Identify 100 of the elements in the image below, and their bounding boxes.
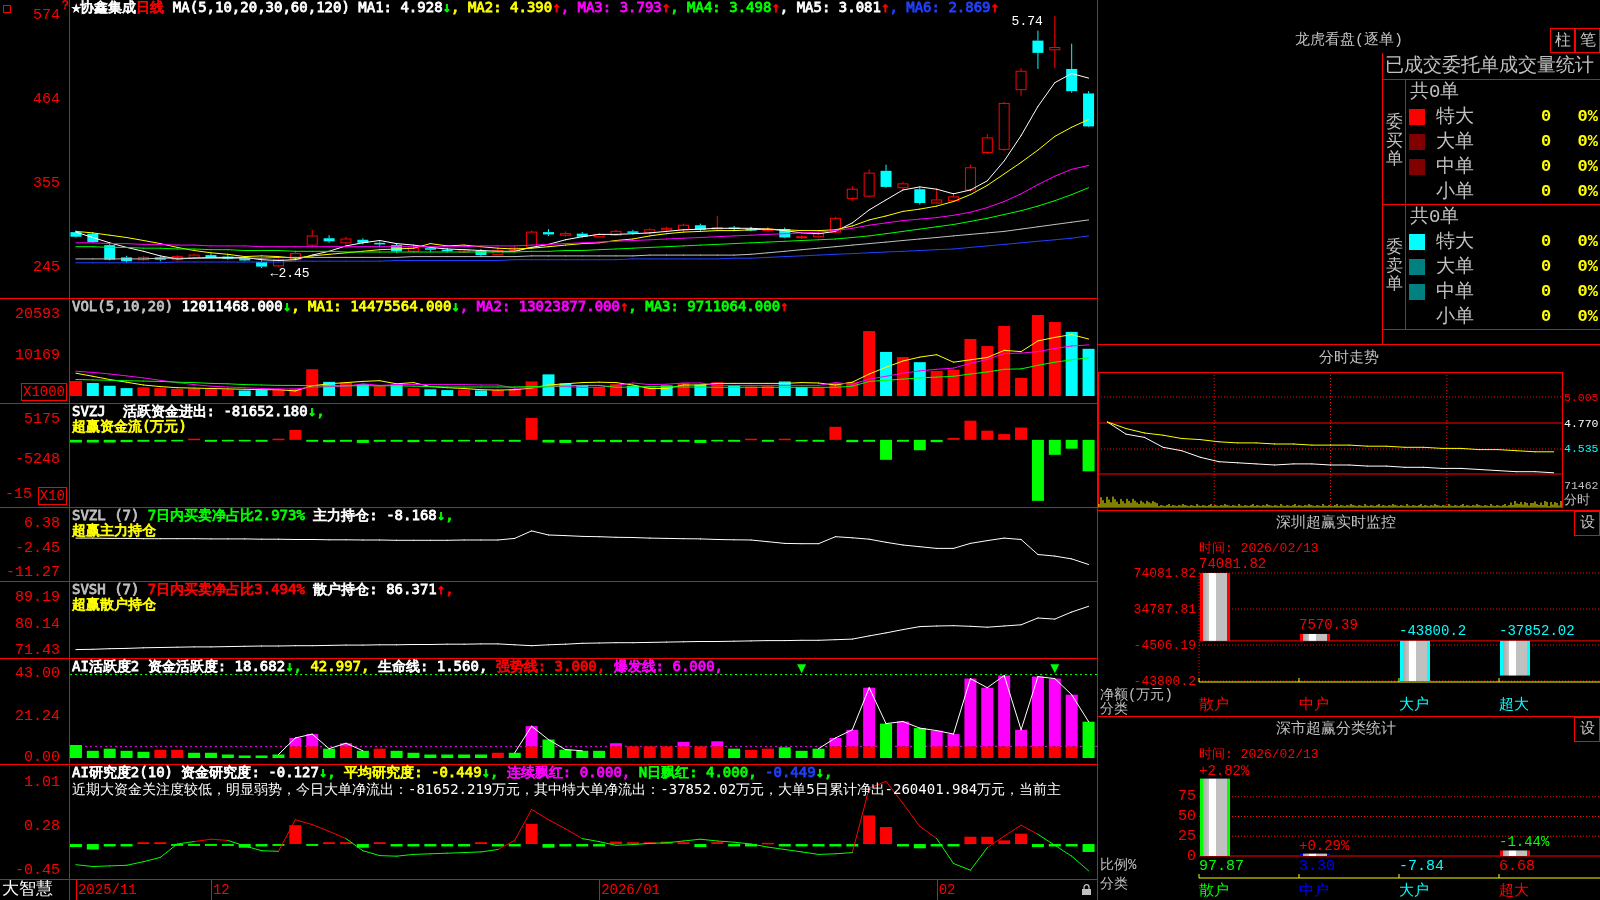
panel-title: 龙虎看盘(逐单)	[1295, 30, 1403, 51]
legend-item: 主力持仓: -8.168	[312, 508, 437, 523]
axis-tick-label: 4.535	[1564, 442, 1599, 456]
change-label: +0.29%	[1299, 837, 1350, 854]
legend-item: , MA2: 4.390	[451, 0, 553, 15]
axis-tick-label: 10169	[15, 347, 60, 365]
legend-item: ↑	[771, 0, 780, 15]
axis-title: 分类	[1100, 701, 1128, 717]
order-size-label: 特大	[1436, 106, 1474, 129]
indicator-caption: 超赢主力持仓	[72, 523, 156, 538]
order-size-label: 中单	[1436, 280, 1474, 303]
legend-item: ↑	[990, 0, 999, 15]
scale-label: X10	[37, 487, 67, 505]
legend-item: , MA6: 2.869	[889, 0, 991, 15]
legend-item: ↓,	[436, 508, 454, 523]
side-label: 委卖单	[1385, 238, 1403, 296]
legend-item: ★协鑫集成	[72, 0, 137, 15]
legend-item: , MA1: 14475564.000	[291, 299, 452, 314]
panel-title: 深市超赢分类统计	[1276, 720, 1396, 739]
axis-tick-label: 34787.81	[1133, 601, 1196, 617]
axis-tick-label: 71.43	[15, 642, 60, 660]
axis-tick-label: 0.00	[24, 749, 60, 767]
legend-item: 42.997,	[309, 659, 370, 674]
axis-tick-label: 464	[33, 91, 60, 110]
axis-tick-label: 89.19	[15, 589, 60, 607]
legend-item: 生命线: 1.560,	[376, 659, 488, 674]
legend-item: 12011468.000	[181, 299, 283, 314]
category-label: 大户	[1399, 882, 1429, 900]
axis-tick-label: 4.770	[1564, 416, 1599, 430]
axis-tick-label: 80.14	[15, 616, 60, 634]
order-percent: 0%	[1577, 181, 1598, 202]
bar-value-label: -43800.2	[1399, 622, 1467, 639]
order-percent: 0%	[1577, 257, 1598, 277]
axis-tick-label: 74081.82	[1133, 565, 1196, 581]
axis-title: 比例%	[1100, 857, 1137, 873]
category-label: 大户	[1399, 696, 1429, 714]
indicator-caption: 超赢资金流(万元)	[72, 419, 187, 434]
axis-tick-label: 21.24	[15, 707, 60, 726]
legend-item: MA(5,10,20,30,60,120) MA1: 4.928	[171, 0, 443, 15]
legend-item: ↓	[442, 0, 452, 15]
legend-item: ↓,	[481, 765, 499, 780]
date-label: 12	[210, 880, 230, 900]
legend-item: ↓	[451, 299, 460, 314]
legend-item: 散户持仓: 86.371	[312, 582, 437, 597]
legend-item: ↓,	[307, 404, 325, 419]
order-count: 0	[1541, 232, 1552, 253]
order-count: 0	[1541, 107, 1552, 128]
group-total: 共0单	[1409, 205, 1460, 230]
order-count: 0	[1541, 132, 1552, 152]
brand-label: 大智慧	[0, 880, 70, 900]
help-mark: ?	[61, 0, 69, 13]
table-title: 已成交委托单成交量统计	[1385, 55, 1594, 77]
date-label: 2025/11	[75, 880, 137, 900]
legend-item: 7日内买卖净占比3.494%	[147, 582, 305, 597]
legend-item: , MA5: 3.081	[779, 0, 881, 15]
axis-title: 净额(万元)	[1100, 687, 1173, 703]
order-percent: 0%	[1577, 132, 1598, 152]
legend-item: 爆发线: 6.000,	[612, 659, 724, 674]
axis-tick-label: -43800.2	[1133, 673, 1196, 689]
legend-item: AI研究度2(10) 资金研究度: -0.127	[72, 765, 319, 780]
legend-item: , MA3: 9711064.000	[628, 299, 781, 314]
legend-item: N日飘红: 4.000,	[637, 765, 757, 780]
legend-item: ↑	[780, 299, 789, 314]
change-label: +2.82%	[1199, 762, 1250, 779]
legend-item: ↑	[619, 299, 629, 314]
price-annotation: ←2.45	[270, 267, 310, 282]
axis-tick-label: 245	[33, 259, 60, 278]
axis-title: 分时	[1564, 492, 1590, 508]
axis-tick-label: -0.45	[15, 862, 60, 880]
ratio-label: 6.68	[1499, 857, 1535, 875]
axis-tick-label: -5248	[15, 451, 60, 469]
order-count: 0	[1541, 281, 1552, 302]
indicator-caption: 近期大资金关注度较低，明显弱势，今日大单净流出：-81652.219万元，其中特大单净流出：-37852.02万元，大单5日累计净出-260401.984万元，当前主	[72, 781, 1062, 798]
bar-value-label: 7570.39	[1299, 616, 1358, 633]
legend-item: -0.449	[764, 765, 816, 780]
legend-item: ↓	[282, 299, 292, 314]
axis-tick-label: 20593	[15, 306, 60, 324]
category-label: 超大	[1499, 696, 1529, 714]
category-label: 中户	[1299, 696, 1329, 714]
axis-title: 分类	[1100, 876, 1128, 892]
legend-item: SVZJ 活跃资金进出: -81652.180	[72, 404, 308, 419]
order-size-label: 大单	[1436, 256, 1474, 278]
axis-tick-label: 0.28	[24, 818, 60, 836]
ratio-label: 97.87	[1199, 857, 1244, 875]
legend-item: SVSH (7)	[72, 582, 141, 597]
legend-item: 平均研究度: -0.449	[343, 765, 482, 780]
legend-item: VOL(5,10,20)	[72, 299, 175, 314]
side-label: 委买单	[1385, 113, 1403, 171]
price-annotation: 5.74	[1011, 15, 1043, 30]
axis-tick-label: 574	[33, 7, 60, 26]
axis-tick-label: -11.27	[6, 564, 60, 582]
category-label: 散户	[1199, 696, 1229, 714]
axis-tick-label: 75	[1178, 788, 1196, 806]
order-size-label: 大单	[1436, 131, 1474, 153]
legend-item: , MA4: 3.498	[670, 0, 772, 15]
legend-item: 强势线: 3.000,	[494, 659, 606, 674]
axis-tick-label: -15	[5, 486, 32, 504]
axis-tick-label: 0	[1187, 847, 1196, 865]
legend-item: 日线	[136, 0, 165, 15]
order-count: 0	[1541, 257, 1552, 277]
